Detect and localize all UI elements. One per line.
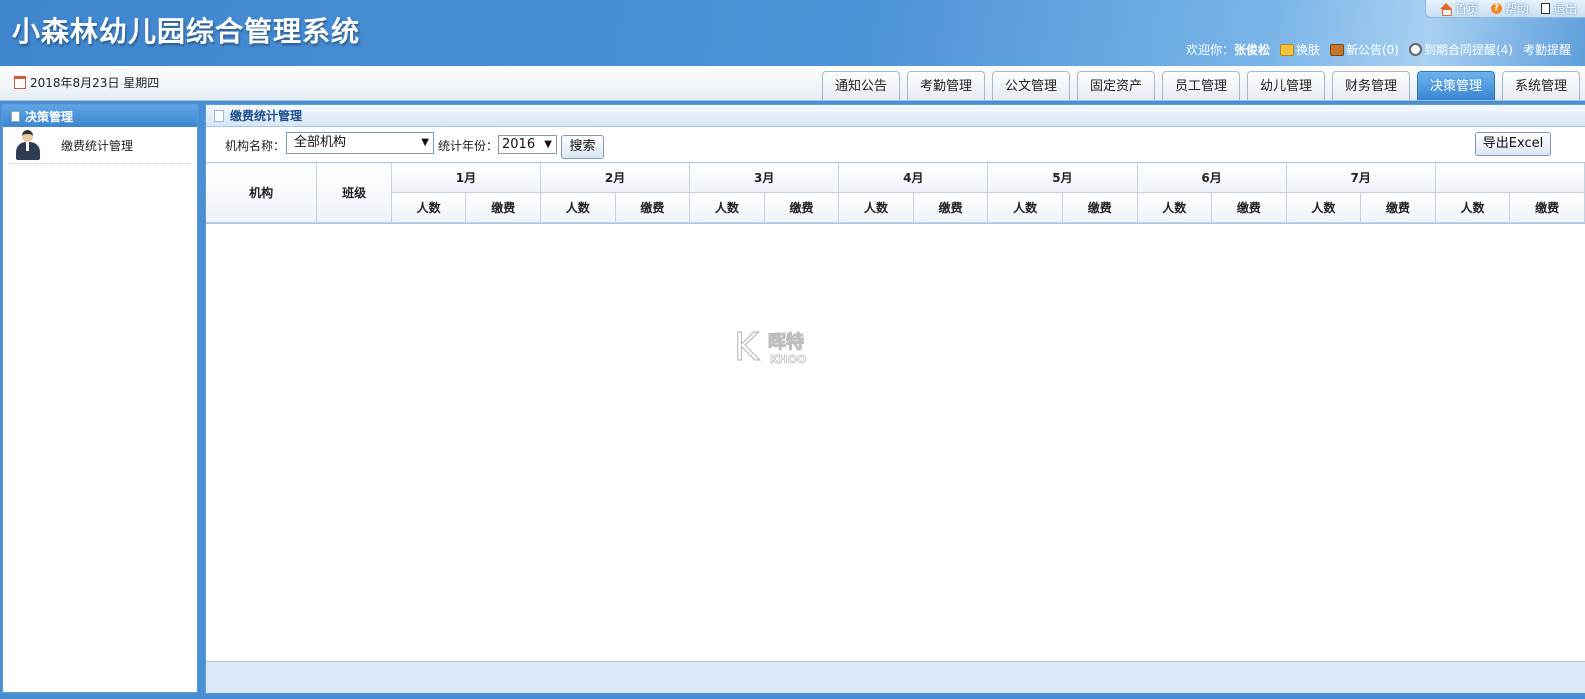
main-tabs: 通知公告 考勤管理 公文管理 固定资产 员工管理 幼儿管理 财务管理 决策管理 … bbox=[822, 71, 1580, 100]
exit-link-label: 退出 bbox=[1552, 2, 1577, 16]
col-header-month: 7月 bbox=[1285, 163, 1436, 193]
date-display: 2018年8月23日 星期四 bbox=[14, 74, 159, 91]
skin-icon bbox=[1279, 43, 1294, 56]
top-links: 首页 ? 帮助 退出 bbox=[1424, 0, 1585, 18]
watermark-logo: K 晖特 KHOO bbox=[734, 326, 807, 366]
col-header-fee: 缴费 bbox=[1061, 192, 1138, 223]
main-title: 缴费统计管理 bbox=[230, 109, 303, 123]
home-link-label: 首页 bbox=[1454, 2, 1479, 16]
exit-icon bbox=[1540, 3, 1550, 14]
sidebar-title: 决策管理 bbox=[25, 109, 74, 124]
notice-link-label: 新公告(0) bbox=[1345, 43, 1399, 57]
clock-icon bbox=[1408, 43, 1422, 56]
tab-children[interactable]: 幼儿管理 bbox=[1247, 71, 1325, 100]
col-header-count: 人数 bbox=[390, 192, 467, 223]
col-header-month: 1月 bbox=[390, 163, 542, 193]
org-label: 机构名称： bbox=[225, 139, 286, 153]
help-link-label: 帮助 bbox=[1504, 2, 1529, 16]
col-header-org: 机构 bbox=[206, 163, 318, 223]
col-header-count: 人数 bbox=[1434, 192, 1511, 223]
tab-documents[interactable]: 公文管理 bbox=[992, 71, 1070, 100]
tab-staff[interactable]: 员工管理 bbox=[1162, 71, 1240, 100]
skin-link[interactable]: 换肤 bbox=[1279, 41, 1320, 58]
col-header-fee: 缴费 bbox=[1360, 192, 1436, 223]
home-link[interactable]: 首页 bbox=[1439, 0, 1479, 17]
sidebar-header: 决策管理 bbox=[3, 105, 197, 127]
tab-finance[interactable]: 财务管理 bbox=[1332, 71, 1410, 100]
document-icon bbox=[214, 109, 224, 122]
col-header-count: 人数 bbox=[1285, 192, 1362, 223]
notice-link[interactable]: 新公告(0) bbox=[1329, 41, 1399, 58]
notice-icon bbox=[1329, 43, 1344, 56]
col-header-count: 人数 bbox=[838, 192, 914, 223]
sidebar-item-fee-statistics[interactable]: 缴费统计管理 bbox=[9, 127, 191, 164]
contract-reminder-link[interactable]: 到期合同提醒(4) bbox=[1408, 41, 1513, 58]
col-header-month: 5月 bbox=[987, 163, 1138, 193]
help-link[interactable]: ? 帮助 bbox=[1490, 0, 1529, 17]
dropdown-arrow-icon: ▼ bbox=[544, 139, 552, 150]
exit-link[interactable]: 退出 bbox=[1540, 0, 1577, 17]
watermark-letter: K bbox=[734, 326, 760, 366]
col-header-month: 4月 bbox=[838, 163, 989, 193]
skin-link-label: 换肤 bbox=[1295, 43, 1320, 57]
pager-bar bbox=[206, 661, 1585, 693]
fee-table-wrap: 机构 班级 1月 2月 3月 4月 5月 6月 7月 人数 缴费 人数 缴费 人… bbox=[206, 162, 1585, 224]
fee-statistics-table: 机构 班级 1月 2月 3月 4月 5月 6月 7月 人数 缴费 人数 缴费 人… bbox=[206, 163, 1585, 223]
tab-system[interactable]: 系统管理 bbox=[1502, 71, 1580, 100]
col-header-fee: 缴费 bbox=[912, 192, 989, 223]
home-icon bbox=[1439, 3, 1452, 16]
date-text: 2018年8月23日 星期四 bbox=[30, 76, 160, 90]
col-header-fee: 缴费 bbox=[465, 192, 541, 223]
calendar-icon bbox=[14, 76, 26, 89]
sidebar-item-label: 缴费统计管理 bbox=[61, 138, 134, 153]
main-panel: 缴费统计管理 机构名称： 全部机构 ▼ 统计年份： 2016 ▼ 搜索 导出Ex… bbox=[205, 104, 1585, 693]
col-header-fee: 缴费 bbox=[763, 192, 840, 223]
org-select-value: 全部机构 bbox=[294, 135, 347, 150]
user-name: 张俊松 bbox=[1233, 43, 1270, 57]
tab-attendance[interactable]: 考勤管理 bbox=[907, 71, 985, 100]
filter-toolbar: 机构名称： 全部机构 ▼ 统计年份： 2016 ▼ 搜索 导出Excel bbox=[206, 127, 1585, 161]
col-header-fee: 缴费 bbox=[1211, 192, 1287, 223]
help-icon: ? bbox=[1490, 3, 1502, 14]
col-header-count: 人数 bbox=[689, 192, 765, 223]
col-header-month: 2月 bbox=[539, 163, 691, 193]
col-header-fee: 缴费 bbox=[614, 192, 691, 223]
col-header-count: 人数 bbox=[540, 192, 616, 223]
org-select[interactable]: 全部机构 ▼ bbox=[286, 132, 434, 154]
tab-assets[interactable]: 固定资产 bbox=[1077, 71, 1155, 100]
welcome-bar: 欢迎你： 张俊松 换肤 新公告(0) 到期合同提醒(4) 考勤提醒 bbox=[1186, 41, 1571, 58]
document-icon bbox=[11, 110, 20, 122]
watermark-text: 晖特 bbox=[768, 331, 804, 353]
nav-bar: 2018年8月23日 星期四 通知公告 考勤管理 公文管理 固定资产 员工管理 … bbox=[0, 66, 1585, 101]
attendance-reminder-label: 考勤提醒 bbox=[1522, 43, 1571, 57]
col-header-count: 人数 bbox=[987, 192, 1063, 223]
year-select[interactable]: 2016 ▼ bbox=[498, 135, 557, 154]
col-header-month bbox=[1434, 163, 1585, 193]
app-title: 小森林幼儿园综合管理系统 bbox=[12, 15, 361, 48]
col-header-class: 班级 bbox=[316, 163, 392, 223]
year-select-value: 2016 bbox=[502, 137, 536, 152]
app-header: 小森林幼儿园综合管理系统 首页 ? 帮助 退出 欢迎你： 张俊松 换肤 新公告(… bbox=[0, 0, 1585, 66]
contract-reminder-label: 到期合同提醒(4) bbox=[1423, 43, 1513, 57]
user-avatar-icon bbox=[15, 129, 41, 161]
year-label: 统计年份： bbox=[438, 139, 499, 153]
col-header-fee: 缴费 bbox=[1509, 192, 1585, 223]
col-header-month: 6月 bbox=[1136, 163, 1287, 193]
dropdown-arrow-icon: ▼ bbox=[421, 137, 429, 148]
col-header-count: 人数 bbox=[1136, 192, 1213, 223]
main-header: 缴费统计管理 bbox=[206, 105, 1585, 127]
tab-decision[interactable]: 决策管理 bbox=[1417, 71, 1495, 100]
search-button[interactable]: 搜索 bbox=[561, 135, 604, 159]
watermark-subtext: KHOO bbox=[770, 353, 806, 366]
tab-notice[interactable]: 通知公告 bbox=[822, 71, 900, 100]
attendance-reminder-link[interactable]: 考勤提醒 bbox=[1523, 41, 1571, 58]
sidebar: 决策管理 缴费统计管理 bbox=[2, 104, 198, 693]
export-excel-button[interactable]: 导出Excel bbox=[1475, 132, 1551, 156]
col-header-month: 3月 bbox=[689, 163, 840, 193]
welcome-prefix: 欢迎你： bbox=[1185, 43, 1234, 57]
